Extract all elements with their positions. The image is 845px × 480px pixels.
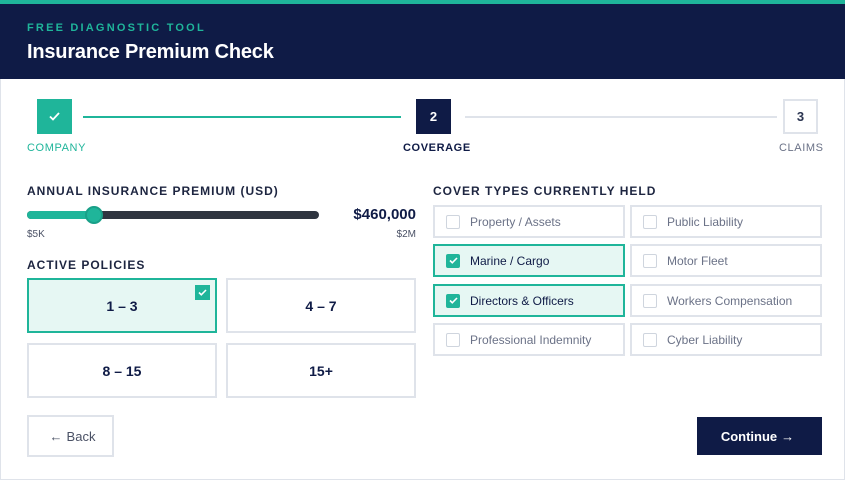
checkbox-unchecked-icon[interactable] — [643, 214, 657, 229]
stepper-line-complete — [83, 116, 401, 118]
step-company-label[interactable]: COMPANY — [27, 142, 86, 154]
checkbox-unchecked-icon[interactable] — [643, 253, 657, 268]
cover-option-motor-fleet[interactable]: Motor Fleet — [630, 244, 822, 277]
back-button-label: Back — [66, 428, 96, 444]
cover-option-label: Cyber Liability — [667, 332, 743, 347]
cover-option-label: Motor Fleet — [667, 253, 728, 268]
cover-option-directors-officers[interactable]: Directors & Officers — [433, 284, 625, 317]
premium-label: ANNUAL INSURANCE PREMIUM (USD) — [27, 184, 279, 198]
policy-tile-4-7[interactable]: 4 – 7 — [226, 278, 416, 333]
policies-label: ACTIVE POLICIES — [27, 258, 146, 272]
cover-option-label: Marine / Cargo — [470, 253, 550, 268]
checkbox-checked-icon[interactable] — [446, 293, 460, 308]
policy-tile-15-plus[interactable]: 15+ — [226, 343, 416, 398]
premium-min-label: $5K — [27, 229, 45, 240]
cover-option-label: Public Liability — [667, 214, 744, 229]
step-coverage-marker: 2 — [416, 99, 451, 134]
arrow-left-icon: ← — [49, 428, 63, 444]
cover-option-label: Professional Indemnity — [470, 332, 592, 347]
cover-option-marine-cargo[interactable]: Marine / Cargo — [433, 244, 625, 277]
page-title: Insurance Premium Check — [27, 41, 274, 63]
cover-option-public-liability[interactable]: Public Liability — [630, 205, 822, 238]
step-company-marker[interactable] — [37, 99, 72, 134]
policy-tile-8-15[interactable]: 8 – 15 — [27, 343, 217, 398]
cover-option-professional-indemnity[interactable]: Professional Indemnity — [433, 323, 625, 356]
continue-button[interactable]: Continue → — [697, 417, 822, 455]
checkbox-checked-icon[interactable] — [446, 253, 460, 268]
premium-max-label: $2M — [396, 229, 416, 240]
cover-option-workers-compensation[interactable]: Workers Compensation — [630, 284, 822, 317]
step-claims-marker: 3 — [783, 99, 818, 134]
cover-types-label: COVER TYPES CURRENTLY HELD — [433, 184, 657, 198]
policy-tile-label: 4 – 7 — [305, 297, 337, 314]
checkbox-unchecked-icon[interactable] — [446, 332, 460, 347]
back-button[interactable]: ← Back — [27, 415, 114, 457]
checkbox-unchecked-icon[interactable] — [643, 293, 657, 308]
cover-option-cyber-liability[interactable]: Cyber Liability — [630, 323, 822, 356]
cover-option-label: Directors & Officers — [470, 293, 574, 308]
cover-option-label: Property / Assets — [470, 214, 561, 229]
cover-option-label: Workers Compensation — [667, 293, 793, 308]
policy-tile-label: 15+ — [309, 362, 333, 379]
premium-slider[interactable] — [27, 206, 319, 224]
selected-check-icon — [195, 285, 210, 300]
policy-tile-label: 1 – 3 — [106, 297, 138, 314]
stepper-line-upcoming — [465, 116, 777, 118]
check-icon — [49, 112, 60, 121]
checkbox-unchecked-icon[interactable] — [643, 332, 657, 347]
cover-option-property-assets[interactable]: Property / Assets — [433, 205, 625, 238]
policy-tile-label: 8 – 15 — [102, 362, 142, 379]
step-coverage-label: COVERAGE — [403, 142, 471, 154]
arrow-right-icon: → — [781, 428, 795, 444]
step-claims-label: CLAIMS — [779, 142, 824, 154]
header-eyebrow: FREE DIAGNOSTIC TOOL — [27, 22, 206, 34]
premium-slider-fill — [27, 211, 95, 219]
page-header: FREE DIAGNOSTIC TOOL Insurance Premium C… — [0, 0, 845, 79]
checkbox-unchecked-icon[interactable] — [446, 214, 460, 229]
premium-value: $460,000 — [353, 206, 416, 223]
policy-tile-1-3[interactable]: 1 – 3 — [27, 278, 217, 333]
continue-button-label: Continue — [720, 428, 778, 444]
